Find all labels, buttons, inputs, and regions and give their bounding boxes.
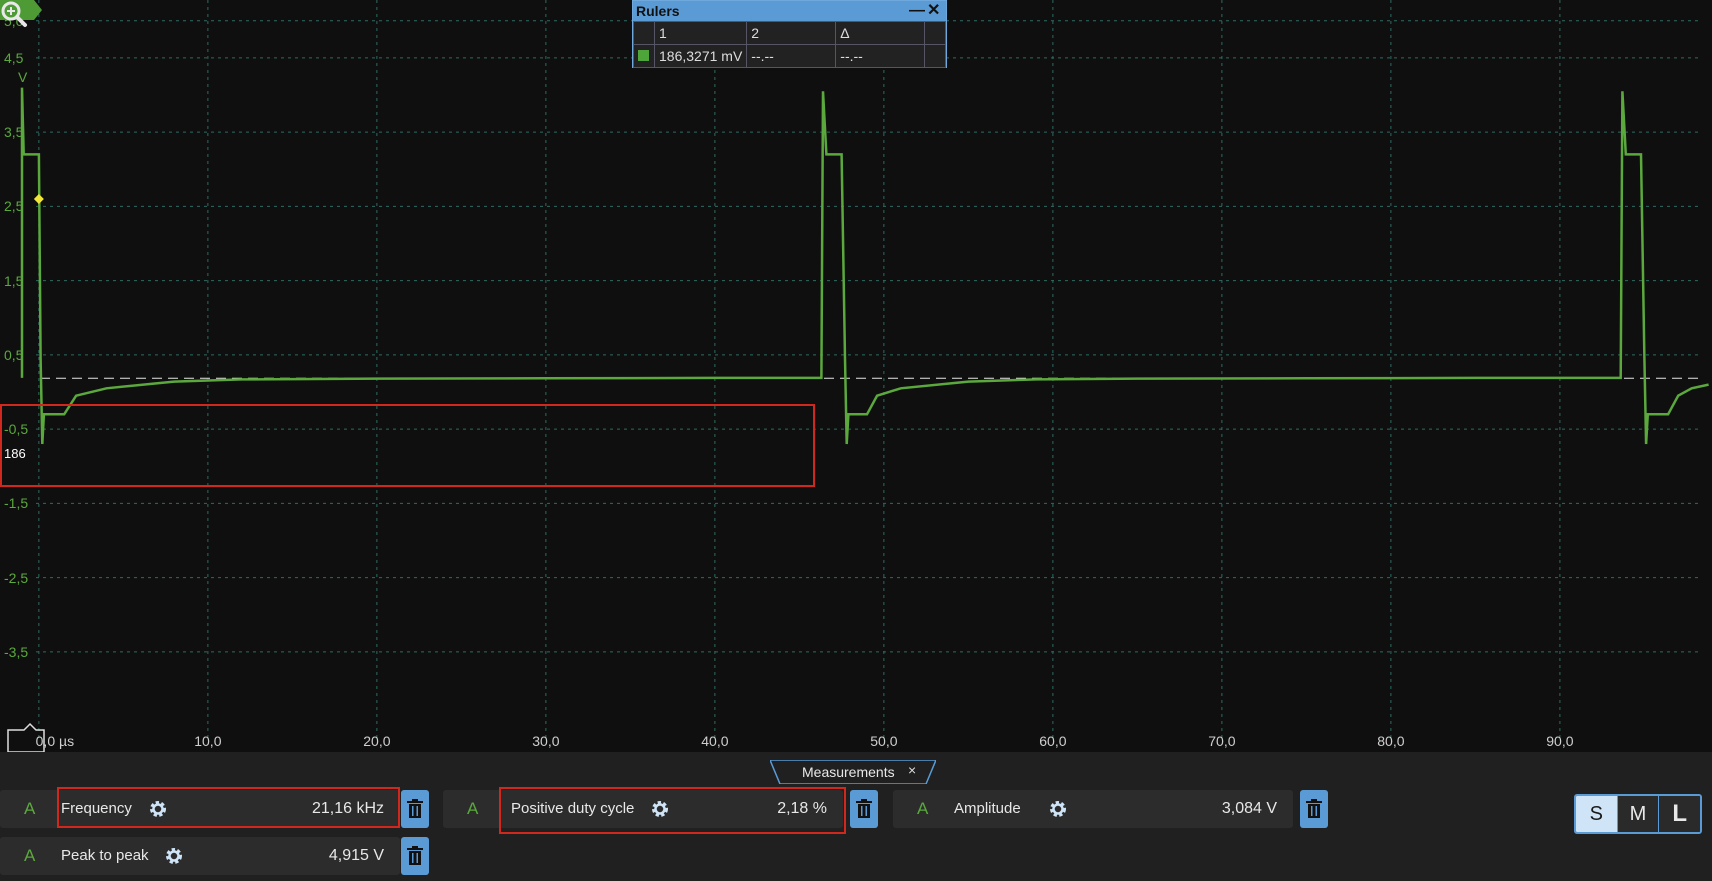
waveform-plot[interactable] [0, 0, 1712, 752]
x-tick-label: 10,0 [194, 733, 222, 749]
delete-duty-cycle-button[interactable] [850, 790, 878, 828]
scope-display[interactable]: V 5,0 4,5 3,5 2,5 1,5 0,5 -0,5 -1,5 -2,5 -3,5 0,0… [0, 0, 1712, 752]
measurement-name: Positive duty cycle [511, 800, 635, 817]
x-tick-label: 20,0 [363, 733, 391, 749]
close-icon[interactable]: ✕ [927, 1, 940, 20]
rulers-col-1: 1 [653, 21, 748, 45]
y-tick-label: -3,5 [4, 643, 29, 660]
measurement-positive-duty-cycle[interactable]: A Positive duty cycle 2,18 % [443, 790, 843, 828]
y-tick-label: -2,5 [4, 569, 29, 586]
y-tick-label: 1,5 [4, 272, 24, 289]
rulers-title-bar[interactable]: Rulers — ✕ [633, 1, 946, 21]
measurement-name: Peak to peak [61, 847, 149, 864]
measurement-value: 2,18 % [777, 800, 827, 817]
x-tick-label: 60,0 [1039, 733, 1067, 749]
measurement-value: 21,16 kHz [311, 800, 384, 817]
rulers-table: 1 2 Δ 186,3271 mV --.-- --.-- [633, 21, 946, 68]
zoom-in-icon[interactable] [0, 0, 28, 28]
trash-icon [407, 846, 423, 865]
threshold-cursor-label: 186 [4, 446, 26, 461]
y-tick-label: 4,5 [4, 49, 24, 66]
channel-label: A [467, 799, 479, 818]
measurement-name: Amplitude [954, 800, 1021, 817]
measurement-peak-to-peak[interactable]: A Peak to peak 4,915 V [0, 837, 400, 875]
x-tick-label: 30,0 [532, 733, 560, 749]
trash-icon [407, 799, 423, 818]
rulers-row-a: 186,3271 mV --.-- --.-- [633, 44, 946, 68]
channel-color-swatch [638, 50, 649, 61]
trigger-marker [33, 193, 44, 204]
ruler-1-value: 186,3271 mV [653, 44, 748, 68]
ruler-delta-value: --.-- [835, 44, 926, 68]
minimize-icon[interactable]: — [909, 1, 925, 20]
gear-icon[interactable] [1048, 799, 1068, 819]
x-tick-label: 0,0 µs [35, 733, 75, 749]
x-tick-label: 40,0 [701, 733, 729, 749]
delete-amplitude-button[interactable] [1300, 790, 1328, 828]
channel-label: A [917, 799, 929, 818]
size-medium-button[interactable]: M [1616, 796, 1659, 832]
measurement-value: 3,084 V [1221, 800, 1277, 817]
x-tick-label: 80,0 [1377, 733, 1405, 749]
measurement-amplitude[interactable]: A Amplitude 3,084 V [893, 790, 1293, 828]
tile-size-toggle[interactable]: S M L [1574, 794, 1702, 834]
ruler-2-value: --.-- [746, 44, 837, 68]
y-tick-label: -1,5 [4, 495, 29, 512]
y-axis-unit: V [18, 69, 28, 85]
channel-label: A [24, 846, 36, 865]
waveform-trace [20, 87, 1709, 445]
size-small-button[interactable]: S [1576, 796, 1617, 832]
rulers-window[interactable]: Rulers — ✕ 1 2 Δ 186,3271 mV --.-- --.-- [632, 0, 947, 68]
rulers-col-delta: Δ [835, 21, 926, 45]
rulers-col-2: 2 [746, 21, 837, 45]
y-tick-label: 3,5 [4, 124, 24, 141]
trash-icon [1306, 799, 1322, 818]
size-large-button[interactable]: L [1658, 796, 1700, 832]
tab-close-icon[interactable]: × [908, 762, 916, 778]
rulers-title: Rulers [636, 3, 680, 19]
delete-peak-to-peak-button[interactable] [401, 837, 429, 875]
gear-icon[interactable] [148, 799, 168, 819]
measurement-value: 4,915 V [328, 847, 384, 864]
x-tick-label: 90,0 [1546, 733, 1574, 749]
y-tick-label: -0,5 [4, 421, 29, 438]
gear-icon[interactable] [650, 799, 670, 819]
x-tick-label: 70,0 [1208, 733, 1236, 749]
trash-icon [856, 799, 872, 818]
gear-icon[interactable] [164, 846, 184, 866]
delete-frequency-button[interactable] [401, 790, 429, 828]
measurement-frequency[interactable]: A Frequency 21,16 kHz [0, 790, 400, 828]
y-tick-label: 0,5 [4, 346, 24, 363]
rulers-header-row: 1 2 Δ [633, 21, 946, 45]
channel-label: A [24, 799, 36, 818]
measurement-name: Frequency [61, 800, 132, 817]
tab-measurements-label: Measurements [802, 764, 895, 780]
x-tick-label: 50,0 [870, 733, 898, 749]
y-tick-label: 2,5 [4, 198, 24, 215]
